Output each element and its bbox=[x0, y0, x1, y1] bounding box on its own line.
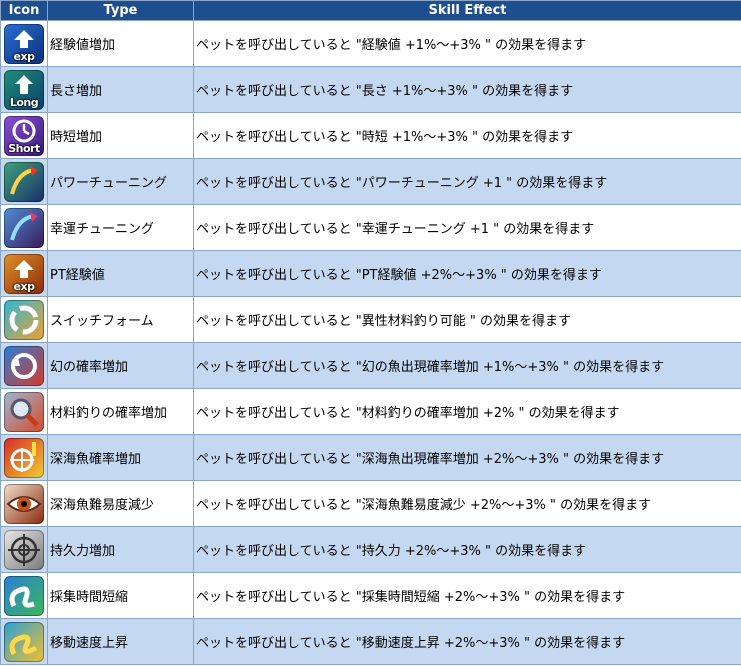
icon-cell: exp bbox=[0, 20, 48, 67]
table-row: 深海魚確率増加 ペットを呼び出していると "深海魚出現確率増加 +2%～+3% "… bbox=[0, 434, 741, 481]
table-row: スイッチフォーム ペットを呼び出していると "異性材料釣り可能 " の効果を得ます bbox=[0, 296, 741, 343]
luck-tuning-icon bbox=[4, 207, 44, 248]
effect-cell: ペットを呼び出していると "採集時間短縮 +2%～+3% " の効果を得ます bbox=[193, 572, 741, 619]
type-cell: PT経験値 bbox=[47, 250, 194, 297]
type-cell: スイッチフォーム bbox=[47, 296, 194, 343]
type-cell: 幻の確率増加 bbox=[47, 342, 194, 389]
type-cell: 長さ増加 bbox=[47, 66, 194, 113]
power-tuning-icon bbox=[4, 161, 44, 202]
type-cell: 材料釣りの確率増加 bbox=[47, 388, 194, 435]
crosshair-icon bbox=[4, 529, 44, 570]
icon-cell bbox=[0, 388, 48, 435]
icon-label: Long bbox=[9, 95, 39, 109]
icon-cell bbox=[0, 526, 48, 573]
icon-label: Short bbox=[8, 141, 40, 155]
effect-cell: ペットを呼び出していると "パワーチューニング +1 " の効果を得ます bbox=[193, 158, 741, 205]
type-cell: 深海魚確率増加 bbox=[47, 434, 194, 481]
header-type: Type bbox=[47, 0, 194, 21]
pt-exp-icon: exp bbox=[4, 253, 44, 294]
material-icon bbox=[4, 391, 44, 432]
icon-cell bbox=[0, 342, 48, 389]
type-cell: 移動速度上昇 bbox=[47, 618, 194, 665]
deep-sea-icon bbox=[4, 437, 44, 478]
icon-cell bbox=[0, 158, 48, 205]
effect-cell: ペットを呼び出していると "材料釣りの確率増加 +2% " の効果を得ます bbox=[193, 388, 741, 435]
effect-cell: ペットを呼び出していると "PT経験値 +2%～+3% " の効果を得ます bbox=[193, 250, 741, 297]
effect-cell: ペットを呼び出していると "移動速度上昇 +2%～+3% " の効果を得ます bbox=[193, 618, 741, 665]
table-row: 幸運チューニング ペットを呼び出していると "幸運チューニング +1 " の効果を… bbox=[0, 204, 741, 251]
type-cell: 時短増加 bbox=[47, 112, 194, 159]
effect-cell: ペットを呼び出していると "深海魚難易度減少 +2%～+3% " の効果を得ます bbox=[193, 480, 741, 527]
effect-cell: ペットを呼び出していると "持久力 +2%～+3% " の効果を得ます bbox=[193, 526, 741, 573]
gather-icon bbox=[4, 575, 44, 616]
table-row: 採集時間短縮 ペットを呼び出していると "採集時間短縮 +2%～+3% " の効果… bbox=[0, 572, 741, 619]
icon-cell bbox=[0, 480, 48, 527]
effect-cell: ペットを呼び出していると "時短 +1%～+3% " の効果を得ます bbox=[193, 112, 741, 159]
long-icon: Long bbox=[4, 69, 44, 110]
header-row: Icon Type Skill Effect bbox=[0, 0, 741, 21]
effect-cell: ペットを呼び出していると "経験値 +1%～+3% " の効果を得ます bbox=[193, 20, 741, 67]
exp-icon: exp bbox=[4, 23, 44, 64]
icon-cell: Long bbox=[0, 66, 48, 113]
table-row: 深海魚難易度減少 ペットを呼び出していると "深海魚難易度減少 +2%～+3% "… bbox=[0, 480, 741, 527]
type-cell: 経験値増加 bbox=[47, 20, 194, 67]
icon-cell bbox=[0, 434, 48, 481]
table-row: 材料釣りの確率増加 ペットを呼び出していると "材料釣りの確率増加 +2% " の… bbox=[0, 388, 741, 435]
icon-cell: exp bbox=[0, 250, 48, 297]
table-row: Long 長さ増加 ペットを呼び出していると "長さ +1%～+3% " の効果を得… bbox=[0, 66, 741, 113]
header-icon: Icon bbox=[0, 0, 48, 21]
switch-form-icon bbox=[4, 299, 44, 340]
table-row: 持久力増加 ペットを呼び出していると "持久力 +2%～+3% " の効果を得ます bbox=[0, 526, 741, 573]
table-row: exp 経験値増加 ペットを呼び出していると "経験値 +1%～+3% " の効果を… bbox=[0, 20, 741, 67]
phantom-icon bbox=[4, 345, 44, 386]
type-cell: 深海魚難易度減少 bbox=[47, 480, 194, 527]
type-cell: 持久力増加 bbox=[47, 526, 194, 573]
eye-icon bbox=[4, 483, 44, 524]
icon-cell bbox=[0, 572, 48, 619]
icon-cell bbox=[0, 618, 48, 665]
effect-cell: ペットを呼び出していると "異性材料釣り可能 " の効果を得ます bbox=[193, 296, 741, 343]
type-cell: 採集時間短縮 bbox=[47, 572, 194, 619]
table-row: 幻の確率増加 ペットを呼び出していると "幻の魚出現確率増加 +1%～+3% " … bbox=[0, 342, 741, 389]
icon-label: exp bbox=[13, 279, 35, 293]
table-row: Short 時短増加 ペットを呼び出していると "時短 +1%～+3% " の効果を… bbox=[0, 112, 741, 159]
table-row: パワーチューニング ペットを呼び出していると "パワーチューニング +1 " の効… bbox=[0, 158, 741, 205]
skill-table: Icon Type Skill Effect exp 経験値増加 ペットを呼び出して… bbox=[0, 0, 741, 665]
type-cell: パワーチューニング bbox=[47, 158, 194, 205]
short-icon: Short bbox=[4, 115, 44, 156]
effect-cell: ペットを呼び出していると "幻の魚出現確率増加 +1%～+3% " の効果を得ま… bbox=[193, 342, 741, 389]
icon-cell bbox=[0, 296, 48, 343]
effect-cell: ペットを呼び出していると "幸運チューニング +1 " の効果を得ます bbox=[193, 204, 741, 251]
table-row: exp PT経験値 ペットを呼び出していると "PT経験値 +2%～+3% " の効… bbox=[0, 250, 741, 297]
table-row: 移動速度上昇 ペットを呼び出していると "移動速度上昇 +2%～+3% " の効果… bbox=[0, 618, 741, 665]
icon-label: exp bbox=[13, 49, 35, 63]
type-cell: 幸運チューニング bbox=[47, 204, 194, 251]
header-effect: Skill Effect bbox=[193, 0, 741, 21]
effect-cell: ペットを呼び出していると "深海魚出現確率増加 +2%～+3% " の効果を得ま… bbox=[193, 434, 741, 481]
effect-cell: ペットを呼び出していると "長さ +1%～+3% " の効果を得ます bbox=[193, 66, 741, 113]
icon-cell bbox=[0, 204, 48, 251]
speed-icon bbox=[4, 621, 44, 662]
icon-cell: Short bbox=[0, 112, 48, 159]
